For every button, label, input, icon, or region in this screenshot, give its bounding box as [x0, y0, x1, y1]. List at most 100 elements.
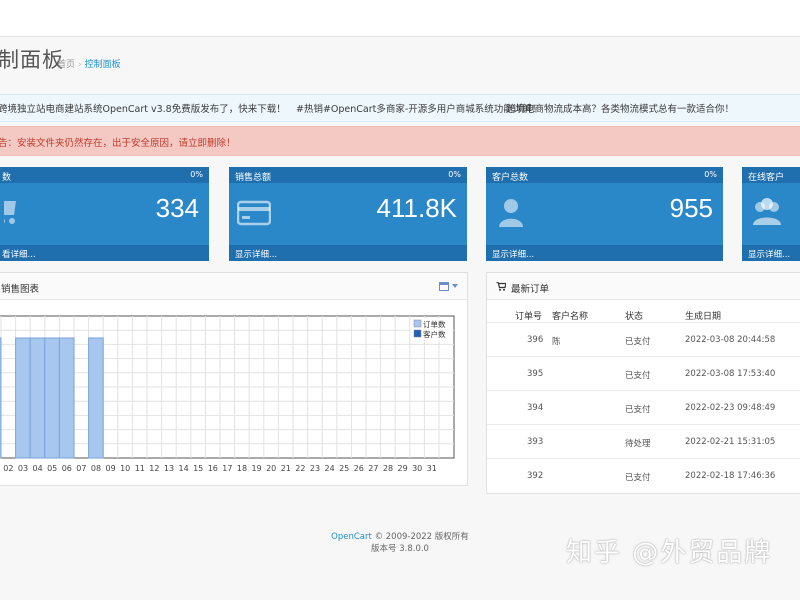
users-icon: [753, 198, 781, 225]
order-status: 已支付: [625, 337, 651, 347]
watermark: 知乎 @外贸品牌: [566, 538, 773, 568]
x-tick-label: 05: [47, 464, 57, 473]
warning-alert: 告：安装文件夹仍然存在，出于安全原因，请立即删除！: [0, 126, 800, 156]
cart-icon: [4, 201, 16, 224]
panel-title: 销售图表: [1, 284, 40, 295]
column-header: 客户名称: [552, 312, 589, 322]
x-tick-label: 24: [325, 464, 335, 473]
bar-订单数: [29, 337, 46, 459]
page-title: 制面板: [0, 48, 64, 72]
x-tick-label: 06: [62, 464, 72, 473]
order-date: 2022-03-08 17:53:40: [685, 369, 776, 379]
x-tick-label: 14: [179, 464, 189, 473]
x-tick-label: 18: [237, 464, 247, 473]
sales-chart: 0102030405060708091011121314151617181920…: [0, 315, 455, 473]
tile-percent: 0%: [704, 170, 717, 179]
tile-title: 在线客户: [748, 173, 785, 183]
x-tick-label: 07: [76, 464, 86, 473]
x-tick-label: 16: [208, 464, 218, 473]
legend-swatch: [413, 319, 422, 328]
notice-link-2[interactable]: #热销#OpenCart多商家-开源多用户商城系统功能详解！: [296, 101, 541, 115]
calendar-icon[interactable]: [439, 281, 449, 291]
tile-details-link[interactable]: 显示详细...: [748, 248, 790, 260]
chevron-down-icon[interactable]: [452, 284, 458, 288]
x-tick-label: 08: [91, 464, 101, 473]
column-header: 生成日期: [685, 312, 722, 322]
order-date: 2022-03-08 20:44:58: [685, 335, 776, 345]
tile-details-link[interactable]: 显示详细...: [492, 248, 534, 260]
order-status: 已支付: [625, 405, 651, 415]
x-tick-label: 17: [222, 464, 232, 473]
x-tick-label: 11: [135, 464, 145, 473]
x-tick-label: 21: [281, 464, 291, 473]
order-id: 396: [527, 335, 544, 345]
x-tick-label: 09: [106, 464, 116, 473]
order-status: 已支付: [625, 473, 651, 483]
tile-footer[interactable]: 看详细...: [0, 245, 209, 261]
latest-orders-panel: 最新订单 订单号 客户名称 状态 生成日期 396 陈 已支付 2022-03-…: [486, 272, 800, 494]
breadcrumb-home[interactable]: 首页: [57, 60, 75, 70]
tile-value: 955: [669, 193, 713, 223]
bar-订单数: [88, 337, 104, 459]
table-row[interactable]: 392 已支付 2022-02-18 17:46:36: [487, 458, 800, 493]
x-tick-label: 27: [368, 464, 378, 473]
tile-percent: 0%: [190, 170, 203, 179]
sales-chart-panel: 销售图表 01020304050607080910111213141516171…: [0, 272, 468, 486]
x-tick-label: 28: [383, 464, 393, 473]
panel-header: 最新订单: [487, 273, 800, 300]
tile-header: 数 0%: [0, 167, 209, 183]
table-row[interactable]: 395 已支付 2022-03-08 17:53:40: [487, 356, 800, 391]
x-tick-label: 04: [33, 464, 43, 473]
tile-online-customers: 在线客户 显示详细...: [742, 167, 800, 261]
order-id: 395: [527, 369, 544, 379]
tile-body: [742, 183, 800, 245]
x-tick-label: 30: [412, 464, 422, 473]
panel-title: 最新订单: [511, 284, 550, 295]
legend-label: 客户数: [423, 329, 446, 339]
x-tick-label: 15: [193, 464, 203, 473]
breadcrumb-current[interactable]: 控制面板: [85, 60, 121, 70]
tile-body: 411.8K: [229, 183, 467, 245]
order-status: 待处理: [625, 439, 651, 449]
tile-body: 334: [0, 183, 209, 245]
notice-link-1[interactable]: 跨境独立站电商建站系统OpenCart v3.8免费版发布了，快来下载！: [0, 101, 286, 115]
legend-label: 订单数: [423, 319, 446, 329]
credit-card-icon: [237, 200, 271, 226]
column-header: 订单号: [515, 312, 543, 322]
x-tick-label: 03: [18, 464, 28, 473]
order-customer: 陈: [552, 337, 561, 347]
tile-title: 客户总数: [492, 173, 529, 183]
tile-value: 411.8K: [376, 193, 457, 223]
warning-alert-text: 告：安装文件夹仍然存在，出于安全原因，请立即删除！: [0, 138, 236, 149]
tile-body: 955: [486, 183, 723, 245]
top-navbar: [0, 0, 800, 37]
tile-footer[interactable]: 显示详细...: [742, 245, 800, 261]
tile-customers: 客户总数 0% 955 显示详细...: [486, 167, 723, 261]
tile-percent: 0%: [448, 170, 461, 179]
breadcrumb-separator: ›: [78, 60, 82, 70]
notice-link-3[interactable]: 跨境电商物流成本高？各类物流模式总有一款适合你！: [506, 101, 734, 115]
tile-footer[interactable]: 显示详细...: [229, 245, 467, 261]
panel-header: 销售图表: [0, 273, 467, 300]
tile-orders: 数 0% 334 看详细...: [0, 167, 209, 261]
bar-订单数: [58, 337, 75, 459]
tile-details-link[interactable]: 显示详细...: [235, 248, 277, 260]
x-tick-label: 13: [164, 464, 174, 473]
x-tick-label: 23: [310, 464, 320, 473]
order-id: 392: [527, 471, 544, 481]
tile-header: 销售总额 0%: [229, 167, 467, 183]
tile-footer[interactable]: 显示详细...: [486, 245, 723, 261]
tile-sales: 销售总额 0% 411.8K 显示详细...: [229, 167, 467, 261]
table-row[interactable]: 394 已支付 2022-02-23 09:48:49: [487, 390, 800, 425]
x-tick-label: 12: [149, 464, 159, 473]
tile-title: 销售总额: [235, 173, 272, 183]
table-row[interactable]: 393 待处理 2022-02-21 15:31:05: [487, 424, 800, 459]
tile-details-link[interactable]: 看详细...: [2, 248, 36, 260]
table-row[interactable]: 396 陈 已支付 2022-03-08 20:44:58: [487, 322, 800, 357]
x-tick-label: 25: [339, 464, 349, 473]
x-tick-label: 26: [354, 464, 364, 473]
order-date: 2022-02-21 15:31:05: [685, 437, 776, 447]
bar-订单数: [0, 337, 2, 459]
bar-订单数: [15, 337, 31, 459]
footer-brand-link[interactable]: OpenCart: [331, 532, 372, 542]
